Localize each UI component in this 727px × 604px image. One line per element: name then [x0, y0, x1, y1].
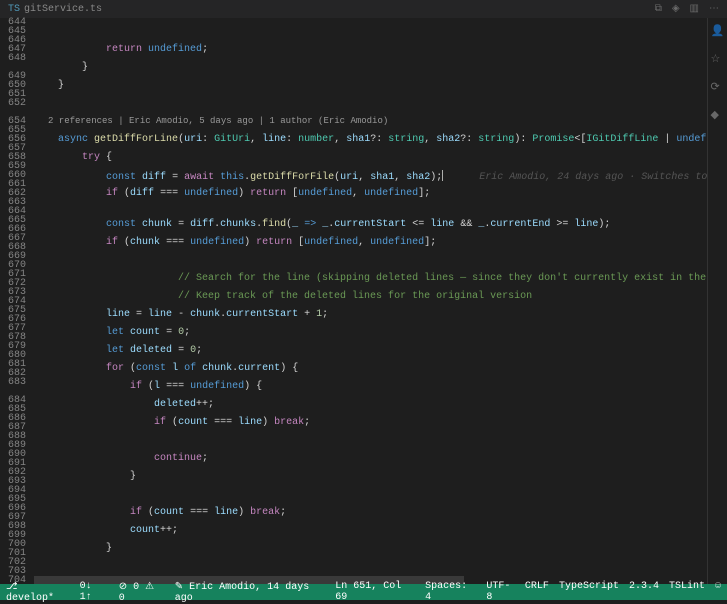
inline-blame: Eric Amodio, 24 days ago · Switches to o… — [479, 172, 727, 183]
blame-status[interactable]: ✎ Eric Amodio, 14 days ago — [175, 581, 326, 604]
more-icon[interactable]: ⋯ — [709, 3, 719, 15]
editor[interactable]: 644 645 646 647 648 649 650 651 652 654 … — [0, 18, 727, 584]
split-icon[interactable]: ▥ — [690, 3, 699, 15]
eol[interactable]: CRLF — [525, 581, 549, 604]
file-ts-icon: TS — [8, 4, 20, 15]
indentation[interactable]: Spaces: 4 — [425, 581, 476, 604]
editor-tab-bar: TS gitService.ts ⧉ ◈ ▥ ⋯ — [0, 0, 727, 18]
feedback-icon[interactable]: ☺ — [715, 581, 721, 604]
bookmark-icon[interactable]: ☆ — [711, 52, 725, 66]
diff-icon[interactable]: ◈ — [672, 3, 680, 15]
codelens[interactable]: 2 references | Eric Amodio, 5 days ago |… — [34, 117, 707, 126]
history-icon[interactable]: ⟳ — [711, 80, 725, 94]
editor-actions: ⧉ ◈ ▥ ⋯ — [655, 3, 719, 15]
tslint-status[interactable]: TSLint — [669, 581, 705, 604]
right-icon-rail: 👤 ☆ ⟳ ◆ — [707, 18, 727, 584]
compare-icon[interactable]: ⧉ — [655, 3, 662, 15]
problems-indicator[interactable]: ⊘ 0 ⚠ 0 — [119, 581, 165, 604]
branch-indicator[interactable]: ⎇ develop* — [6, 581, 70, 604]
status-bar: ⎇ develop* 0↓ 1↑ ⊘ 0 ⚠ 0 ✎ Eric Amodio, … — [0, 584, 727, 600]
line-number-gutter: 644 645 646 647 648 649 650 651 652 654 … — [0, 18, 34, 584]
gitlens-icon[interactable]: ◆ — [711, 108, 725, 122]
editor-tab-title[interactable]: gitService.ts — [24, 4, 102, 15]
version[interactable]: 2.3.4 — [629, 581, 659, 604]
code-area[interactable]: return undefined; } } 2 references | Eri… — [34, 18, 727, 584]
encoding[interactable]: UTF-8 — [486, 581, 515, 604]
language-mode[interactable]: TypeScript — [559, 581, 619, 604]
cursor-position[interactable]: Ln 651, Col 69 — [335, 581, 415, 604]
user-icon[interactable]: 👤 — [711, 24, 725, 38]
